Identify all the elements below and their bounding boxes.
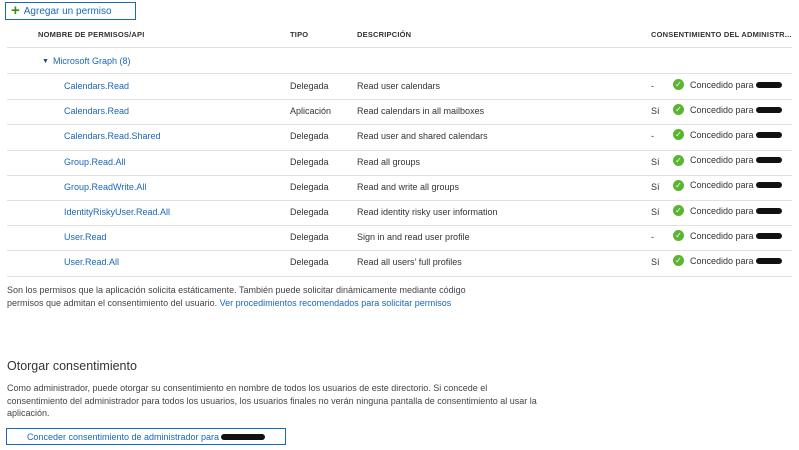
permission-description: Sign in and read user profile <box>357 232 470 243</box>
permission-type: Aplicación <box>290 106 332 117</box>
admin-consent-required: Sí <box>651 106 660 117</box>
admin-consent-required: Sí <box>651 156 660 167</box>
redacted-tenant <box>755 232 782 239</box>
admin-consent-required: - <box>651 232 654 243</box>
status-text: Concedido para <box>690 255 754 266</box>
check-circle-icon: ✓ <box>673 205 684 216</box>
column-header-name[interactable]: NOMBRE DE PERMISOS/API <box>38 30 145 39</box>
permission-name-link[interactable]: IdentityRiskyUser.Read.All <box>64 207 170 217</box>
caret-down-icon: ▼ <box>42 57 49 65</box>
group-microsoft-graph[interactable]: ▼ Microsoft Graph (8) <box>42 56 130 66</box>
permissions-note: Son los permisos que la aplicación solic… <box>7 284 477 309</box>
recommendations-link[interactable]: Ver procedimientos recomendados para sol… <box>220 298 452 308</box>
permission-description: Read user and shared calendars <box>357 131 488 142</box>
redacted-tenant <box>755 157 782 164</box>
permission-description: Read all users' full profiles <box>357 257 462 268</box>
header-divider <box>7 47 792 48</box>
permission-name-link[interactable]: Calendars.Read <box>64 106 129 116</box>
permission-description: Read calendars in all mailboxes <box>357 106 485 117</box>
check-circle-icon: ✓ <box>673 129 684 141</box>
status-text: Concedido para <box>690 129 754 140</box>
permission-type: Delegada <box>290 131 329 142</box>
table-row: Group.Read.All Delegada Read all groups Sí ✓… <box>0 150 799 175</box>
admin-consent-required: - <box>651 81 654 91</box>
redacted-tenant <box>755 182 782 189</box>
admin-consent-required: Sí <box>651 207 660 217</box>
status-cell: ✓ Concedido para <box>673 154 782 166</box>
table-row: Calendars.Read.Shared Delegada Read user a… <box>0 124 799 149</box>
row-divider <box>7 275 792 277</box>
permission-description: Read user calendars <box>357 81 441 91</box>
table-row: Calendars.Read Delegada Read user calendar… <box>0 74 799 99</box>
table-row: User.Read.All Delegada Read all users' ful… <box>0 250 799 275</box>
group-label: Microsoft Graph (8) <box>52 56 131 66</box>
status-cell: ✓ Concedido para <box>673 255 782 267</box>
check-circle-icon: ✓ <box>673 154 684 166</box>
permission-description: Read identity risky user information <box>357 207 498 217</box>
status-text: Concedido para <box>690 180 754 191</box>
redacted-tenant <box>755 106 782 113</box>
column-header-type[interactable]: TIPO <box>290 30 308 39</box>
status-cell: ✓ Concedido para <box>673 205 782 216</box>
status-cell: ✓ Concedido para <box>673 104 782 116</box>
redacted-tenant <box>755 131 782 138</box>
permission-name-link[interactable]: Calendars.Read <box>64 81 129 91</box>
admin-consent-required: Sí <box>651 257 660 268</box>
permission-type: Delegada <box>290 156 329 167</box>
admin-consent-required: - <box>651 131 654 142</box>
redacted-tenant <box>221 433 266 440</box>
permission-name-link[interactable]: User.Read.All <box>64 257 119 267</box>
status-text: Concedido para <box>690 104 754 115</box>
permission-name-link[interactable]: User.Read <box>64 232 107 242</box>
permission-type: Delegada <box>290 207 329 217</box>
status-text: Concedido para <box>690 79 754 90</box>
status-cell: ✓ Concedido para <box>673 230 782 242</box>
status-text: Concedido para <box>690 230 754 241</box>
check-circle-icon: ✓ <box>673 255 684 267</box>
status-cell: ✓ Concedido para <box>673 179 782 191</box>
permission-type: Delegada <box>290 181 329 192</box>
consent-section-title: Otorgar consentimiento <box>7 359 137 373</box>
status-text: Concedido para <box>690 155 754 166</box>
admin-consent-required: Sí <box>651 181 660 192</box>
permission-description: Read and write all groups <box>357 181 460 192</box>
redacted-tenant <box>755 81 782 88</box>
permission-name-link[interactable]: Group.ReadWrite.All <box>64 182 146 192</box>
status-cell: ✓ Concedido para <box>673 79 782 90</box>
permission-name-link[interactable]: Calendars.Read.Shared <box>64 131 161 141</box>
check-circle-icon: ✓ <box>673 179 684 191</box>
table-row: IdentityRiskyUser.Read.All Delegada Read i… <box>0 200 799 225</box>
check-circle-icon: ✓ <box>673 230 684 242</box>
column-header-admin-consent[interactable]: CONSENTIMIENTO DEL ADMINISTR... <box>651 30 792 39</box>
permission-description: Read all groups <box>357 156 421 167</box>
permission-name-link[interactable]: Group.Read.All <box>64 157 126 167</box>
table-row: Group.ReadWrite.All Delegada Read and writ… <box>0 175 799 200</box>
table-row: Calendars.Read Aplicación Read calendars i… <box>0 99 799 124</box>
permission-type: Delegada <box>290 257 329 268</box>
check-circle-icon: ✓ <box>673 104 684 116</box>
add-permission-label: Agregar un permiso <box>23 5 112 17</box>
add-permission-button[interactable]: + Agregar un permiso <box>5 2 136 20</box>
grant-button-label: Conceder consentimiento de administrador… <box>26 431 220 442</box>
redacted-tenant <box>755 257 782 264</box>
consent-section-description: Como administrador, puede otorgar su con… <box>7 383 537 418</box>
permission-type: Delegada <box>290 232 329 243</box>
grant-admin-consent-button[interactable]: Conceder consentimiento de administrador… <box>6 428 286 445</box>
table-row: User.Read Delegada Sign in and read user p… <box>0 225 799 250</box>
permission-type: Delegada <box>290 81 329 91</box>
column-header-description[interactable]: DESCRIPCIÓN <box>357 30 411 39</box>
redacted-tenant <box>755 207 782 214</box>
check-circle-icon: ✓ <box>673 79 684 90</box>
status-text: Concedido para <box>690 205 754 216</box>
plus-icon: + <box>11 2 20 19</box>
status-cell: ✓ Concedido para <box>673 129 782 141</box>
